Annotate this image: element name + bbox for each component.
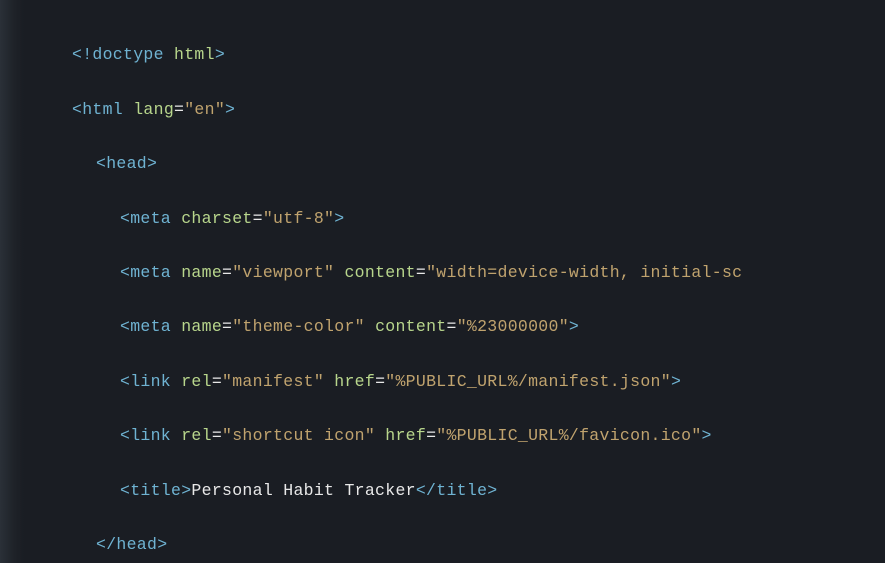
code-line: <html lang="en"> xyxy=(24,96,885,123)
code-line: <head> xyxy=(24,150,885,177)
attr-name: name xyxy=(181,317,222,336)
doctype-value: html xyxy=(174,45,215,64)
attr-content: content xyxy=(344,263,415,282)
attr-value: "%PUBLIC_URL%/favicon.ico" xyxy=(436,426,701,445)
meta-tag: meta xyxy=(130,317,171,336)
meta-tag: meta xyxy=(130,209,171,228)
attr-value: "%23000000" xyxy=(457,317,569,336)
attr-lang: lang xyxy=(133,100,174,119)
code-line: <!doctype html> xyxy=(24,41,885,68)
tag-punct: <! xyxy=(72,45,92,64)
head-tag: head xyxy=(106,154,147,173)
attr-value: "%PUBLIC_URL%/manifest.json" xyxy=(385,372,671,391)
attr-value: "utf-8" xyxy=(263,209,334,228)
code-line: <meta name="viewport" content="width=dev… xyxy=(24,259,885,286)
code-line: <link rel="manifest" href="%PUBLIC_URL%/… xyxy=(24,368,885,395)
attr-value: "viewport" xyxy=(232,263,334,282)
html-tag: html xyxy=(82,100,123,119)
code-line: </head> xyxy=(24,531,885,558)
attr-href: href xyxy=(334,372,375,391)
code-content[interactable]: <!doctype html> <html lang="en"> <head> … xyxy=(24,0,885,563)
link-tag: link xyxy=(130,426,171,445)
meta-tag: meta xyxy=(130,263,171,282)
attr-value: "theme-color" xyxy=(232,317,365,336)
attr-charset: charset xyxy=(181,209,252,228)
attr-rel: rel xyxy=(181,372,212,391)
code-line: <meta name="theme-color" content="%23000… xyxy=(24,313,885,340)
attr-value: "shortcut icon" xyxy=(222,426,375,445)
attr-rel: rel xyxy=(181,426,212,445)
title-tag: title xyxy=(130,481,181,500)
attr-content: content xyxy=(375,317,446,336)
code-line: <meta charset="utf-8"> xyxy=(24,205,885,232)
attr-href: href xyxy=(385,426,426,445)
attr-value: "manifest" xyxy=(222,372,324,391)
code-editor[interactable]: <!doctype html> <html lang="en"> <head> … xyxy=(0,0,885,563)
attr-name: name xyxy=(181,263,222,282)
code-line: <title>Personal Habit Tracker</title> xyxy=(24,477,885,504)
link-tag: link xyxy=(130,372,171,391)
doctype-keyword: doctype xyxy=(92,45,163,64)
code-line: <link rel="shortcut icon" href="%PUBLIC_… xyxy=(24,422,885,449)
editor-gutter xyxy=(0,0,24,563)
head-close-tag: head xyxy=(116,535,157,554)
title-text: Personal Habit Tracker xyxy=(191,481,415,500)
attr-value: "width=device-width, initial-sc xyxy=(426,263,742,282)
attr-value: "en" xyxy=(184,100,225,119)
